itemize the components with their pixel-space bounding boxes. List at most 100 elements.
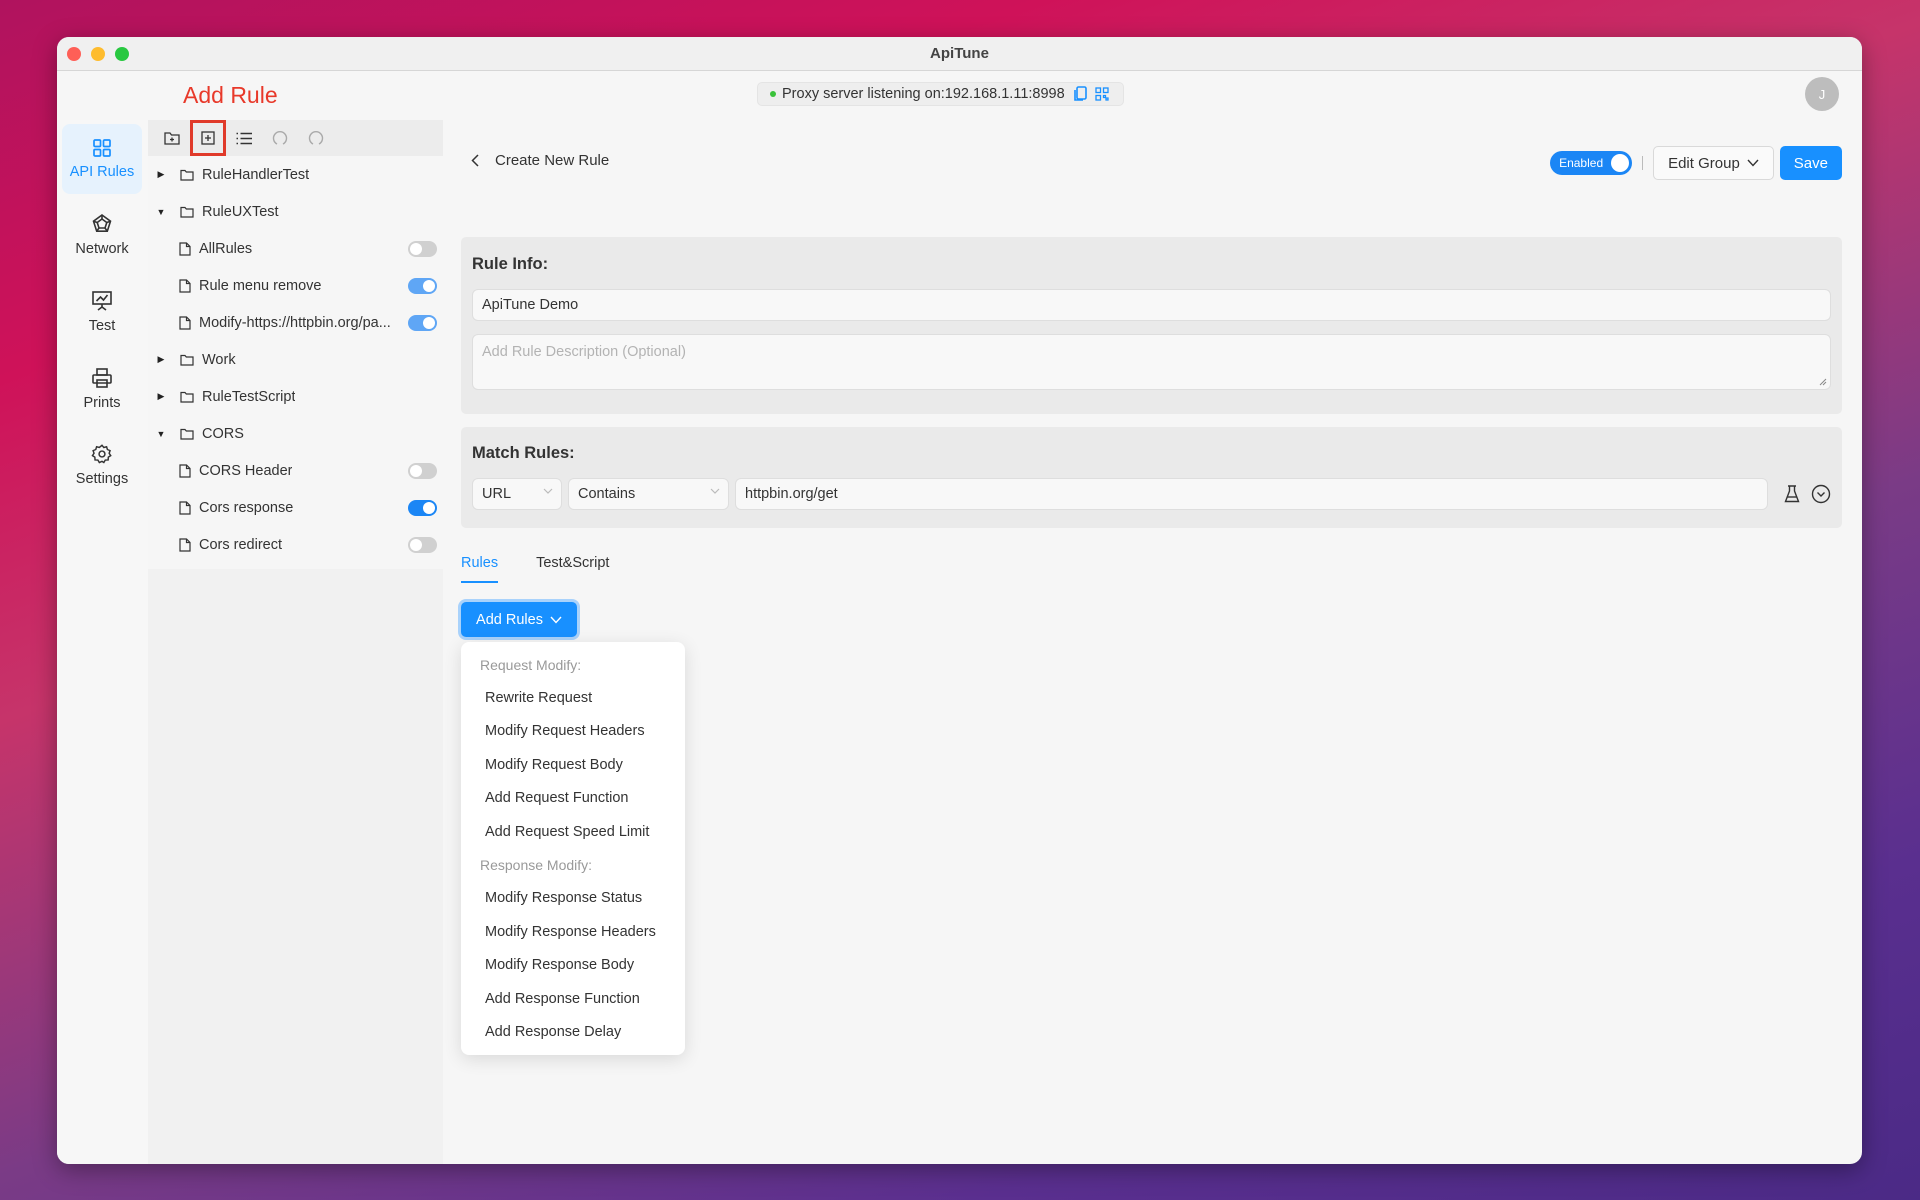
menu-section-header: Request Modify:	[480, 656, 582, 673]
new-folder-icon	[164, 132, 180, 145]
rules-tree-panel: ▶ RuleHandlerTest ▼ RuleUXTest AllRules …	[148, 120, 443, 1164]
menu-item-modify-response-body[interactable]: Modify Response Body	[461, 949, 685, 982]
folder-icon	[180, 206, 194, 218]
folder-icon	[180, 354, 194, 366]
rail-item-api-rules[interactable]: API Rules	[62, 124, 142, 194]
match-field-select[interactable]: URL	[472, 478, 562, 510]
qrcode-icon[interactable]	[1095, 87, 1109, 101]
caret-down-icon[interactable]: ▼	[156, 429, 166, 439]
file-icon	[179, 315, 191, 330]
tree-toolbar	[148, 120, 443, 156]
rail-item-network[interactable]: Network	[62, 200, 142, 270]
rail-item-settings[interactable]: Settings	[62, 430, 142, 500]
tree-folder[interactable]: ▶ RuleTestScript	[148, 378, 443, 415]
menu-item-add-request-speed-limit[interactable]: Add Request Speed Limit	[461, 815, 685, 848]
enabled-toggle[interactable]: Enabled	[1550, 151, 1633, 175]
add-rule-icon	[201, 131, 215, 145]
nav-rail: API Rules Network Test Prints Settings	[57, 120, 148, 1164]
copy-icon[interactable]	[1073, 86, 1087, 102]
rule-toggle[interactable]	[408, 315, 437, 331]
rules-tree: ▶ RuleHandlerTest ▼ RuleUXTest AllRules …	[148, 156, 443, 569]
tree-rule[interactable]: AllRules	[148, 230, 443, 267]
status-dot-icon	[770, 91, 776, 97]
tree-folder[interactable]: ▼ CORS	[148, 415, 443, 452]
header-actions: Enabled Edit Group Save	[1550, 146, 1842, 180]
rule-toggle[interactable]	[408, 463, 437, 479]
menu-item-add-response-delay[interactable]: Add Response Delay	[461, 1015, 685, 1048]
undo-button[interactable]	[262, 120, 298, 156]
tree-rule[interactable]: Modify-https://httpbin.org/pa...	[148, 304, 443, 341]
window-title: ApiTune	[930, 45, 989, 62]
match-operator-select[interactable]: Contains	[568, 478, 729, 510]
network-icon	[92, 214, 112, 232]
edit-group-dropdown[interactable]: Edit Group	[1653, 146, 1774, 180]
chevron-circle-down-icon[interactable]	[1811, 484, 1831, 504]
list-view-button[interactable]	[226, 120, 262, 156]
tab-test-script[interactable]: Test&Script	[536, 555, 609, 583]
chevron-down-icon	[543, 488, 553, 494]
rail-item-test[interactable]: Test	[62, 277, 142, 347]
match-pattern-input[interactable]: httpbin.org/get	[735, 478, 1768, 510]
rule-name-input[interactable]: ApiTune Demo	[472, 289, 1831, 321]
annotation-label: Add Rule	[183, 82, 278, 108]
rule-description-textarea[interactable]: Add Rule Description (Optional)	[472, 334, 1831, 390]
rail-item-label: Settings	[75, 471, 129, 487]
back-button[interactable]: Create New Rule	[471, 152, 609, 169]
gear-icon	[91, 444, 112, 464]
user-avatar[interactable]: J	[1805, 77, 1839, 111]
rule-toggle[interactable]	[408, 241, 437, 257]
file-icon	[179, 463, 191, 478]
chevron-left-icon	[471, 154, 479, 167]
match-rules-title: Match Rules:	[472, 444, 575, 462]
add-rule-button[interactable]	[190, 120, 226, 156]
rule-toggle[interactable]	[408, 537, 437, 553]
folder-icon	[180, 428, 194, 440]
resize-handle-icon[interactable]	[1819, 378, 1827, 386]
tree-rule[interactable]: Cors response	[148, 489, 443, 526]
tree-folder[interactable]: ▶ RuleHandlerTest	[148, 156, 443, 193]
menu-item-rewrite-request[interactable]: Rewrite Request	[461, 681, 685, 714]
caret-right-icon[interactable]: ▶	[156, 169, 166, 180]
menu-item-modify-request-headers[interactable]: Modify Request Headers	[461, 715, 685, 748]
rule-editor: Create New Rule Enabled Edit Group Save …	[461, 120, 1862, 1164]
rule-toggle[interactable]	[408, 500, 437, 516]
rule-toggle[interactable]	[408, 278, 437, 294]
rail-item-label: Test	[88, 318, 116, 334]
file-icon	[179, 500, 191, 515]
file-icon	[179, 278, 191, 293]
add-rules-button[interactable]: Add Rules	[461, 602, 577, 637]
proxy-status-text: Proxy server listening on:192.168.1.11:8…	[782, 86, 1065, 102]
tree-rule[interactable]: Cors redirect	[148, 526, 443, 563]
redo-button[interactable]	[298, 120, 334, 156]
tree-rule[interactable]: CORS Header	[148, 452, 443, 489]
redo-icon	[308, 131, 324, 145]
undo-icon	[272, 131, 288, 145]
rail-item-label: Prints	[83, 395, 121, 411]
menu-item-modify-response-headers[interactable]: Modify Response Headers	[461, 915, 685, 948]
tab-rules[interactable]: Rules	[461, 555, 499, 583]
title-bar: ApiTune	[57, 37, 1862, 71]
folder-icon	[180, 169, 194, 181]
rule-info-title: Rule Info:	[472, 255, 549, 273]
menu-item-modify-request-body[interactable]: Modify Request Body	[461, 748, 685, 781]
new-folder-button[interactable]	[154, 120, 190, 156]
editor-tabs: Rules Test&Script	[461, 555, 647, 583]
menu-item-add-request-function[interactable]: Add Request Function	[461, 782, 685, 815]
rail-item-prints[interactable]: Prints	[62, 354, 142, 424]
menu-item-add-response-function[interactable]: Add Response Function	[461, 982, 685, 1015]
add-rules-menu: Request Modify: Rewrite Request Modify R…	[461, 642, 685, 1055]
caret-down-icon[interactable]: ▼	[156, 207, 166, 217]
save-button[interactable]: Save	[1779, 146, 1842, 180]
flask-icon[interactable]	[1784, 485, 1800, 503]
tree-rule[interactable]: Rule menu remove	[148, 267, 443, 304]
menu-item-modify-response-status[interactable]: Modify Response Status	[461, 882, 685, 915]
folder-icon	[180, 391, 194, 403]
menu-section-header: Response Modify:	[480, 857, 593, 874]
caret-right-icon[interactable]: ▶	[156, 391, 166, 402]
caret-right-icon[interactable]: ▶	[156, 354, 166, 365]
proxy-status: Proxy server listening on:192.168.1.11:8…	[757, 82, 1124, 106]
tree-folder[interactable]: ▶ Work	[148, 341, 443, 378]
tree-folder[interactable]: ▼ RuleUXTest	[148, 193, 443, 230]
chevron-down-icon	[1747, 159, 1759, 167]
divider	[1642, 156, 1644, 170]
